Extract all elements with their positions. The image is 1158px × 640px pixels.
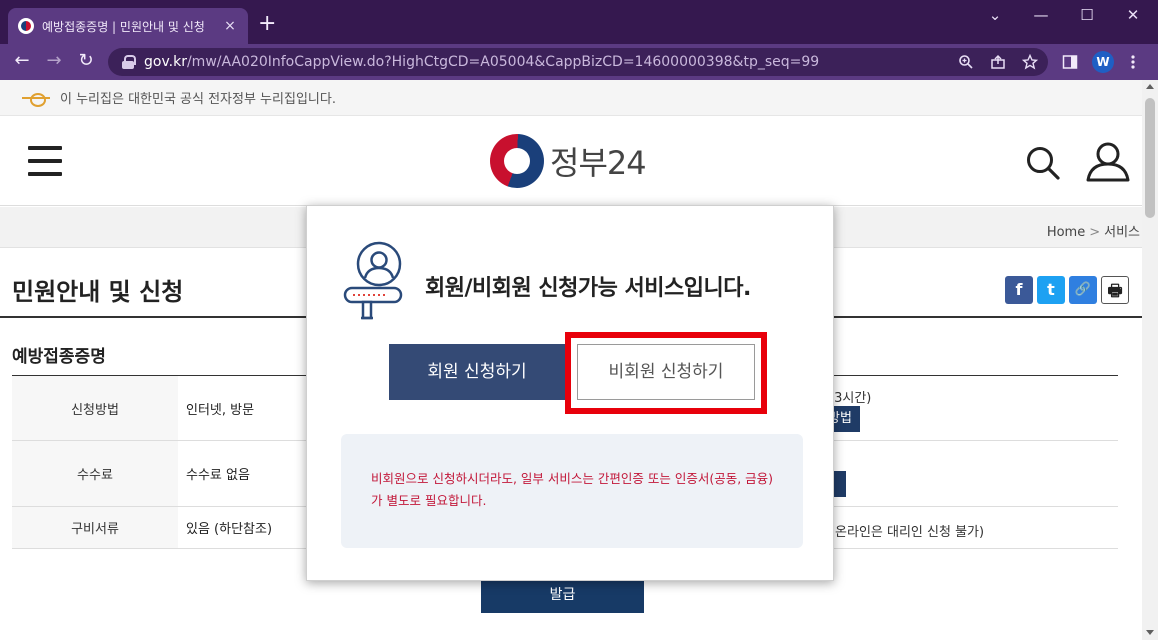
- scrollbar-thumb[interactable]: [1145, 98, 1155, 218]
- browser-menu-icon[interactable]: [1130, 54, 1136, 70]
- breadcrumb-home[interactable]: Home: [1047, 225, 1085, 240]
- back-button[interactable]: ←: [10, 50, 34, 71]
- sidebar-icon[interactable]: [1062, 54, 1078, 70]
- breadcrumb-current[interactable]: 서비스: [1104, 225, 1140, 240]
- url-text: gov.kr/mw/AA020InfoCappView.do?HighCtgCD…: [144, 54, 820, 70]
- tab-search-icon[interactable]: ⌄: [972, 6, 1018, 24]
- address-bar[interactable]: gov.kr/mw/AA020InfoCappView.do?HighCtgCD…: [108, 48, 1048, 76]
- profile-avatar[interactable]: W: [1092, 51, 1114, 73]
- window-maximize-button[interactable]: ☐: [1064, 6, 1110, 24]
- user-login-icon[interactable]: [1086, 142, 1130, 182]
- new-tab-button[interactable]: +: [258, 13, 276, 35]
- page-title: 민원안내 및 신청: [12, 278, 184, 306]
- section-title: 예방접종증명: [12, 347, 106, 367]
- link-copy-icon[interactable]: 🔗: [1069, 276, 1097, 304]
- table-header-cell: 구비서류: [12, 506, 178, 549]
- issue-button[interactable]: 발급: [481, 577, 644, 613]
- lock-icon[interactable]: [122, 55, 136, 69]
- gov24-logo[interactable]: 정부24: [490, 134, 647, 188]
- highlight-box: [565, 332, 767, 414]
- document-note-text: 인(온라인은 대리인 신청 불가): [818, 525, 985, 540]
- browser-toolbar: ← → ↻ gov.kr/mw/AA020InfoCappView.do?Hig…: [0, 44, 1158, 80]
- browser-tab[interactable]: 예방접종증명 | 민원안내 및 신청 ×: [8, 8, 248, 44]
- print-icon[interactable]: 🖶: [1101, 276, 1129, 304]
- modal-title: 회원/비회원 신청가능 서비스입니다.: [425, 276, 751, 301]
- site-header: 정부24: [0, 116, 1142, 206]
- browser-titlebar: 예방접종증명 | 민원안내 및 신청 × + ⌄ — ☐ ✕: [0, 0, 1158, 44]
- table-header-cell: 수수료: [12, 440, 178, 507]
- user-card-icon: [343, 241, 403, 320]
- table-header-cell: 신청방법: [12, 375, 178, 441]
- scroll-up-arrow-icon[interactable]: [1146, 84, 1154, 89]
- tab-close-icon[interactable]: ×: [222, 18, 238, 34]
- window-close-button[interactable]: ✕: [1110, 6, 1156, 24]
- nonmember-notice: 비회원으로 신청하시더라도, 일부 서비스는 간편인증 또는 인증서(공동, 금…: [341, 434, 803, 548]
- hamburger-menu-icon[interactable]: [28, 146, 62, 176]
- window-minimize-button[interactable]: —: [1018, 6, 1064, 24]
- breadcrumb: Home > 서비스: [1047, 221, 1140, 240]
- twitter-share-icon[interactable]: t: [1037, 276, 1065, 304]
- egov-mark-icon: [22, 92, 50, 107]
- search-icon[interactable]: [1026, 146, 1060, 180]
- member-apply-button[interactable]: 회원 신청하기: [389, 344, 565, 400]
- breadcrumb-separator: >: [1089, 225, 1101, 240]
- web-page: 이 누리집은 대한민국 공식 전자정부 누리집입니다. 정부24 Home > 서비…: [0, 80, 1142, 640]
- share-icon[interactable]: [990, 54, 1006, 70]
- gov24-favicon-icon: [18, 18, 34, 34]
- forward-button[interactable]: →: [42, 50, 66, 71]
- zoom-icon[interactable]: [958, 54, 974, 70]
- page-scrollbar[interactable]: [1142, 80, 1158, 640]
- tab-title: 예방접종증명 | 민원안내 및 신청: [42, 19, 205, 34]
- gov-official-text: 이 누리집은 대한민국 공식 전자정부 누리집입니다.: [60, 92, 336, 107]
- reload-button[interactable]: ↻: [74, 50, 98, 71]
- bookmark-star-icon[interactable]: [1022, 54, 1038, 70]
- logo-text: 정부24: [550, 144, 647, 182]
- taegeuk-logo-icon: [490, 134, 544, 188]
- member-choice-modal: 회원/비회원 신청가능 서비스입니다. 회원 신청하기 비회원 신청하기 비회원…: [306, 205, 834, 581]
- gov-official-strip: 이 누리집은 대한민국 공식 전자정부 누리집입니다.: [0, 80, 1142, 116]
- scroll-down-arrow-icon[interactable]: [1146, 630, 1154, 635]
- facebook-share-icon[interactable]: f: [1005, 276, 1033, 304]
